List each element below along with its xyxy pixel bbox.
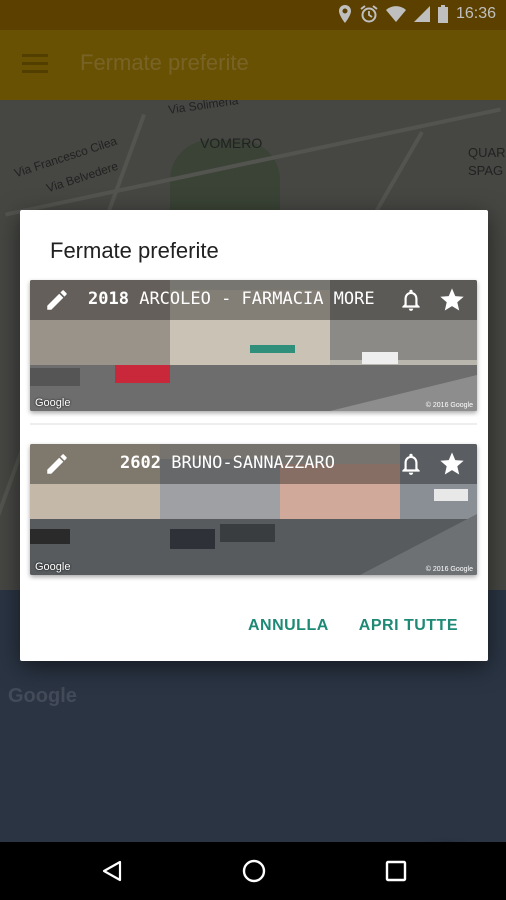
stop-name: ARCOLEO - FARMACIA MORE — [139, 289, 375, 309]
dialog-title: Fermate preferite — [50, 238, 219, 263]
street-google-logo: Google — [35, 397, 71, 409]
star-icon[interactable] — [438, 450, 466, 478]
stop-title: 2018 ARCOLEO - FARMACIA MORE — [88, 289, 384, 309]
copyright-text: © 2016 Google — [425, 402, 473, 409]
stop-card[interactable]: 2602 BRUNO-SANNAZZARO Google © 2016 Goog… — [30, 444, 477, 575]
back-icon[interactable] — [100, 859, 124, 883]
card-divider — [30, 423, 477, 425]
bell-icon[interactable] — [398, 451, 424, 477]
cancel-button[interactable]: ANNULLA — [248, 617, 329, 635]
edit-icon[interactable] — [44, 451, 70, 477]
stop-number: 2018 — [88, 289, 129, 309]
recent-apps-icon[interactable] — [385, 860, 407, 882]
dialog-actions: ANNULLA APRI TUTTE — [248, 617, 458, 635]
home-icon[interactable] — [241, 858, 267, 884]
bell-icon[interactable] — [398, 287, 424, 313]
favorites-dialog: Fermate preferite 2018 ARCOLEO - FARMACI… — [20, 210, 488, 661]
stop-card[interactable]: 2018 ARCOLEO - FARMACIA MORE Google © 20… — [30, 280, 477, 411]
edit-icon[interactable] — [44, 287, 70, 313]
stop-title: 2602 BRUNO-SANNAZZARO — [120, 453, 388, 473]
stop-name: BRUNO-SANNAZZARO — [171, 453, 335, 473]
star-icon[interactable] — [438, 286, 466, 314]
street-google-logo: Google — [35, 561, 71, 573]
open-all-button[interactable]: APRI TUTTE — [359, 617, 458, 635]
navigation-bar — [0, 842, 506, 900]
stop-number: 2602 — [120, 453, 161, 473]
copyright-text: © 2016 Google — [425, 566, 473, 573]
